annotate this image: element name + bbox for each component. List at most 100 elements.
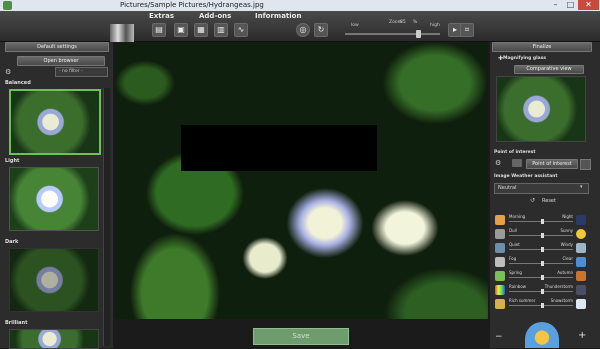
preset-label-brilliant: Brilliant: [5, 320, 28, 326]
weather-assistant-title: Image Weather assistant: [494, 174, 558, 179]
dull-icon: [495, 229, 505, 239]
reset-button[interactable]: Reset: [542, 198, 556, 204]
weather-slider-knob[interactable]: [540, 303, 544, 308]
save-button[interactable]: Save: [253, 328, 349, 345]
preset-label-balanced: Balanced: [5, 80, 31, 86]
weather-left-label: Rainbow: [509, 284, 527, 289]
spring-icon: [495, 271, 505, 281]
morning-icon: [495, 215, 505, 225]
open-folder-icon[interactable]: ▤: [152, 23, 166, 37]
weather-slider-knob[interactable]: [540, 247, 544, 252]
weather-right-label: Clear: [562, 256, 573, 261]
left-panel: Default settings Open browser ⚙ - no fil…: [0, 42, 113, 349]
minimize-button[interactable]: –: [548, 0, 563, 10]
weather-left-label: Quiet: [509, 242, 520, 247]
weather-slider-knob[interactable]: [540, 261, 544, 266]
window-title: Pictures/Sample Pictures/Hydrangeas.jpg: [120, 1, 264, 9]
maximize-button[interactable]: □: [563, 0, 578, 10]
weather-right-label: Windy: [560, 242, 573, 247]
default-settings-header: Default settings: [5, 42, 109, 52]
weather-slider-knob[interactable]: [540, 289, 544, 294]
menu-information[interactable]: Information: [255, 12, 301, 20]
weather-right-label: Sunny: [560, 228, 573, 233]
zoom-slider-track[interactable]: [345, 33, 440, 35]
zoom-unit: %: [413, 20, 418, 25]
print-icon[interactable]: ▦: [194, 23, 208, 37]
weather-row-spring-autumn[interactable]: Spring Autumn: [494, 270, 587, 282]
zoom-low-label: low: [351, 23, 359, 28]
weather-row-quiet-windy[interactable]: Quiet Windy: [494, 242, 587, 254]
poi-target-icon[interactable]: [512, 159, 522, 167]
weather-slider-knob[interactable]: [540, 233, 544, 238]
chevron-down-icon[interactable]: ▾: [580, 183, 583, 192]
weather-row-rainbow-thunderstorm[interactable]: Rainbow Thunderstorm: [494, 284, 587, 296]
quiet-icon: [495, 243, 505, 253]
weather-slider-knob[interactable]: [540, 275, 544, 280]
menu-addons[interactable]: Add-ons: [199, 12, 231, 20]
magnifying-glass-label: Magnifying glass: [503, 56, 547, 61]
crop-icon[interactable]: ⌗: [460, 23, 474, 37]
sunny-icon: [576, 229, 586, 239]
remove-icon[interactable]: −: [495, 332, 503, 342]
weather-left-label: Dull: [509, 228, 517, 233]
close-button[interactable]: ✕: [578, 0, 599, 10]
weather-row-fog-clear[interactable]: Fog Clear: [494, 256, 587, 268]
preset-thumb-dark[interactable]: [9, 248, 99, 312]
summer-icon: [495, 299, 505, 309]
zoom-high-label: high: [430, 23, 440, 28]
reset-icon[interactable]: ↺: [530, 197, 535, 204]
point-of-interest-label: Point of interest: [494, 150, 536, 155]
weather-globe-icon: [525, 322, 559, 348]
image-redaction: [181, 125, 377, 171]
main-image[interactable]: [115, 43, 488, 319]
weather-row-dull-sunny[interactable]: Dull Sunny: [494, 228, 587, 240]
poi-grid-icon[interactable]: [580, 159, 591, 170]
app-logo-icon: [3, 1, 12, 10]
photo-strip-thumbnail[interactable]: [110, 24, 134, 42]
dial-icon[interactable]: ◎: [296, 23, 310, 37]
weather-row-morning-night[interactable]: Morning Night: [494, 214, 587, 226]
comparative-view-button[interactable]: Comparative view: [514, 65, 584, 74]
filter-settings-icon[interactable]: ⚙: [5, 68, 15, 76]
windy-icon: [576, 243, 586, 253]
add-icon[interactable]: +: [578, 330, 586, 341]
weather-select[interactable]: Neutral: [494, 183, 589, 194]
histogram-icon[interactable]: ∿: [234, 23, 248, 37]
preset-thumb-brilliant[interactable]: [9, 329, 99, 349]
zoom-slider-knob[interactable]: [416, 30, 421, 38]
clear-icon: [576, 257, 586, 267]
toolbar: Extras Add-ons Information ▤ ▣ ▦ ▥ ∿ ◎ ↻…: [0, 11, 600, 42]
filter-select[interactable]: - no filter -: [55, 67, 108, 77]
pin-icon: ✚: [498, 55, 504, 62]
poi-settings-icon[interactable]: ⚙: [495, 159, 501, 167]
weather-left-label: Fog: [509, 256, 517, 261]
thunderstorm-icon: [576, 285, 586, 295]
preset-thumb-balanced[interactable]: [9, 89, 101, 155]
snowstorm-icon: [576, 299, 586, 309]
weather-left-label: Rich summer: [509, 298, 536, 303]
weather-left-label: Spring: [509, 270, 522, 275]
weather-right-label: Autumn: [557, 270, 573, 275]
magnifier-preview[interactable]: [496, 76, 586, 142]
left-panel-scrollbar[interactable]: [103, 88, 110, 346]
finalize-header: Finalize: [492, 42, 592, 52]
autumn-icon: [576, 271, 586, 281]
weather-left-label: Morning: [509, 214, 526, 219]
fog-icon: [495, 257, 505, 267]
weather-right-label: Thunderstorm: [544, 284, 573, 289]
preset-label-dark: Dark: [5, 239, 19, 245]
weather-slider-knob[interactable]: [540, 219, 544, 224]
copy-icon[interactable]: ▥: [214, 23, 228, 37]
open-browser-button[interactable]: Open browser: [17, 56, 105, 66]
night-icon: [576, 215, 586, 225]
menu-extras[interactable]: Extras: [149, 12, 174, 20]
weather-right-label: Night: [562, 214, 573, 219]
weather-right-label: Snowstorm: [550, 298, 573, 303]
point-of-interest-button[interactable]: Point of interest: [526, 159, 578, 169]
redo-icon[interactable]: ↻: [314, 23, 328, 37]
preset-label-light: Light: [5, 158, 20, 164]
preset-thumb-light[interactable]: [9, 167, 99, 231]
rainbow-icon: [495, 285, 505, 295]
save-icon[interactable]: ▣: [174, 23, 188, 37]
weather-row-summer-snowstorm[interactable]: Rich summer Snowstorm: [494, 298, 587, 310]
